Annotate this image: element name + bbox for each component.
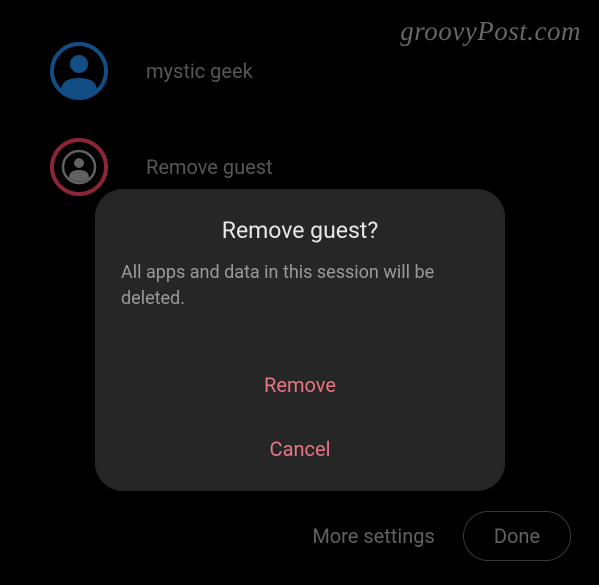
person-remove-icon xyxy=(50,138,108,196)
more-settings-button[interactable]: More settings xyxy=(312,524,435,548)
remove-button[interactable]: Remove xyxy=(121,353,479,417)
dialog-title: Remove guest? xyxy=(121,217,479,244)
remove-guest-dialog: Remove guest? All apps and data in this … xyxy=(95,189,505,491)
user-label: Remove guest xyxy=(146,155,273,179)
person-icon xyxy=(50,42,108,100)
user-list: mystic geek Remove guest xyxy=(50,42,273,196)
dialog-buttons: Remove Cancel xyxy=(121,353,479,481)
user-label: mystic geek xyxy=(146,59,253,83)
cancel-button[interactable]: Cancel xyxy=(121,417,479,481)
user-item-mystic-geek[interactable]: mystic geek xyxy=(50,42,273,100)
footer-actions: More settings Done xyxy=(312,511,571,561)
user-item-remove-guest[interactable]: Remove guest xyxy=(50,138,273,196)
done-button[interactable]: Done xyxy=(463,511,571,561)
watermark-text: groovyPost.com xyxy=(400,16,581,47)
dialog-message: All apps and data in this session will b… xyxy=(121,260,479,312)
